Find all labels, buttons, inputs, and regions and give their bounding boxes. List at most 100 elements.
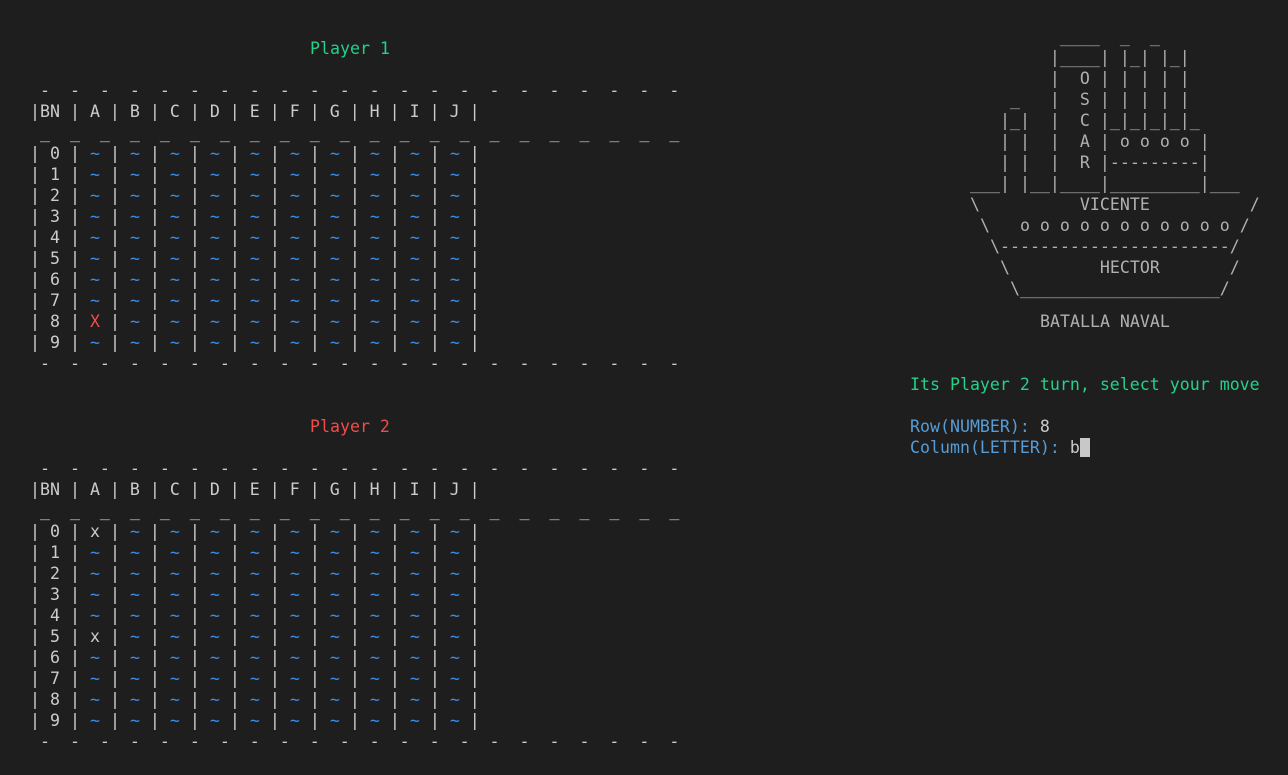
cell-separator: | [379, 585, 400, 604]
cell-pad [160, 270, 170, 289]
cell-pad [440, 711, 450, 730]
cell-pad [120, 333, 130, 352]
cell-separator: | [379, 606, 400, 625]
cell-pad [400, 711, 410, 730]
cell-pad [320, 312, 330, 331]
cell-separator: | [259, 690, 280, 709]
board-cell: ~ [449, 564, 460, 583]
cell-pad [400, 627, 410, 646]
cell-separator: | [219, 711, 240, 730]
cell-pad [200, 690, 210, 709]
cell-pad [440, 333, 450, 352]
cell-pad [120, 207, 130, 226]
board-cell: ~ [409, 333, 420, 352]
player2-border-top: - - - - - - - - - - - - - - - - - - - - … [30, 458, 679, 479]
board-cell: ~ [209, 690, 220, 709]
cell-pad [240, 291, 250, 310]
cell-separator: | [179, 144, 200, 163]
cell-pad [360, 165, 370, 184]
board-cell: ~ [129, 186, 140, 205]
cell-separator: | [299, 585, 320, 604]
board-cell: ~ [89, 690, 100, 709]
row-label: | 9 | [30, 711, 80, 730]
board-cell: ~ [89, 543, 100, 562]
ship-art-line: \____________________/ [970, 278, 1230, 299]
column-input[interactable]: b [1070, 438, 1080, 457]
underline-dashes: _ _ _ _ _ _ _ _ _ _ _ _ _ _ _ _ _ _ _ _ … [30, 501, 680, 520]
cell-pad [440, 690, 450, 709]
cell-pad [80, 690, 90, 709]
cell-pad [360, 249, 370, 268]
cell-pad [400, 564, 410, 583]
cell-pad [160, 333, 170, 352]
cell-pad [160, 522, 170, 541]
cell-separator: | [99, 522, 120, 541]
cell-pad [360, 228, 370, 247]
text-cursor[interactable] [1079, 438, 1090, 457]
row-label: | 4 | [30, 228, 80, 247]
board-cell: ~ [289, 333, 300, 352]
cell-separator: | [139, 564, 160, 583]
row-prompt: Row(NUMBER): 8 [910, 416, 1050, 437]
cell-pad [280, 606, 290, 625]
cell-pad [160, 690, 170, 709]
cell-separator: | [219, 669, 240, 688]
cell-separator: | [419, 690, 440, 709]
board-cell: ~ [89, 207, 100, 226]
cell-separator: | [179, 312, 200, 331]
player1-column-header: |BN | A | B | C | D | E | F | G | H | I … [30, 101, 480, 122]
cell-pad [120, 312, 130, 331]
ship-art-text: \-----------------------/ [970, 237, 1240, 256]
cell-separator: | [299, 249, 320, 268]
cell-pad [280, 270, 290, 289]
cell-separator: | [299, 207, 320, 226]
board-cell: ~ [169, 312, 180, 331]
board-cell: ~ [449, 690, 460, 709]
board-cell: ~ [89, 144, 100, 163]
board-cell: ~ [249, 564, 260, 583]
terminal-window: Player 1 - - - - - - - - - - - - - - - -… [0, 0, 1288, 775]
cell-pad [200, 648, 210, 667]
board-cell: ~ [89, 333, 100, 352]
cell-pad [440, 669, 450, 688]
ship-art-text: |____| |_| |_| [970, 48, 1190, 67]
cell-separator: | [259, 564, 280, 583]
board-cell: ~ [169, 228, 180, 247]
ship-art-line: \ HECTOR / [970, 257, 1240, 278]
board-cell: ~ [89, 270, 100, 289]
cell-pad [120, 291, 130, 310]
cell-pad [360, 711, 370, 730]
cell-separator: | [259, 585, 280, 604]
board-cell: ~ [449, 648, 460, 667]
cell-separator: | [419, 711, 440, 730]
cell-pad [80, 249, 90, 268]
ship-art-text: ____ _ _ [970, 27, 1160, 46]
cell-pad [320, 690, 330, 709]
cell-pad [200, 186, 210, 205]
row-label: | 8 | [30, 690, 80, 709]
cell-separator: | [259, 144, 280, 163]
cell-pad [400, 207, 410, 226]
board-cell: ~ [209, 144, 220, 163]
cell-pad [360, 207, 370, 226]
cell-separator: | [139, 165, 160, 184]
cell-separator: | [99, 291, 120, 310]
cell-pad [280, 186, 290, 205]
board-cell: ~ [249, 606, 260, 625]
cell-pad [440, 606, 450, 625]
cell-pad [120, 585, 130, 604]
ship-art-line: |_| | C |_|_|_|_|_ [970, 110, 1200, 131]
board-cell: ~ [289, 207, 300, 226]
board-cell: ~ [369, 606, 380, 625]
cell-separator: | [259, 627, 280, 646]
cell-pad [120, 543, 130, 562]
board-cell: ~ [169, 522, 180, 541]
cell-separator: | [139, 522, 160, 541]
board-cell: ~ [169, 207, 180, 226]
cell-separator: | [459, 312, 480, 331]
cell-pad [80, 291, 90, 310]
cell-separator: | [179, 291, 200, 310]
board-cell: ~ [449, 270, 460, 289]
cell-pad [200, 522, 210, 541]
board-cell: ~ [449, 711, 460, 730]
